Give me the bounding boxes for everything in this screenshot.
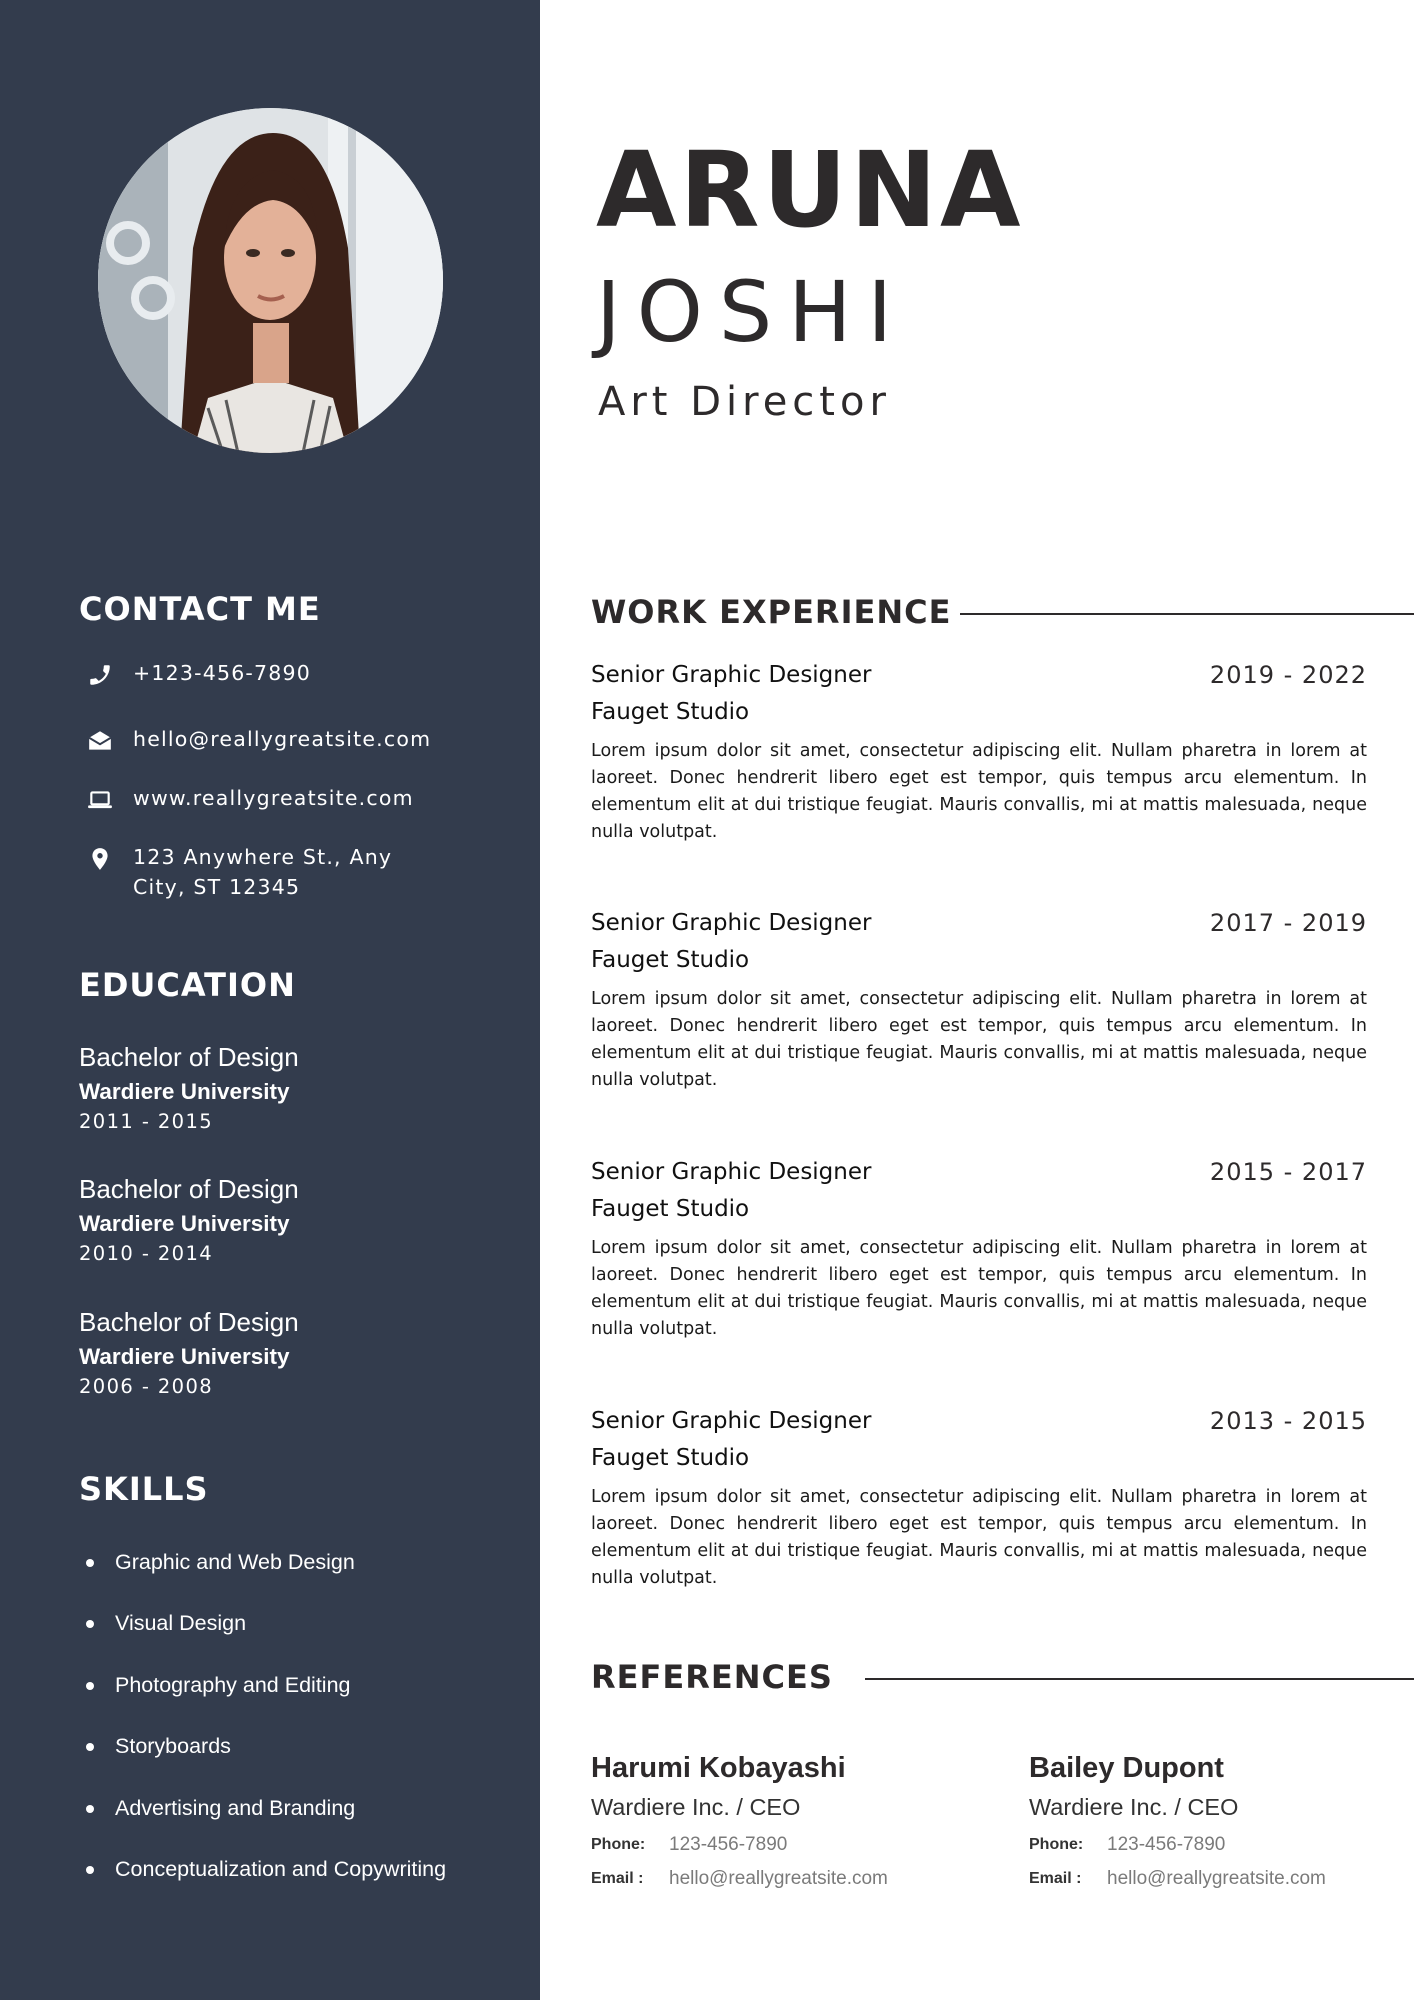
skill-text: Graphic and Web Design (115, 1550, 355, 1574)
work-years: 2013 - 2015 (1209, 1407, 1367, 1435)
skill-text: Conceptualization and Copywriting (115, 1857, 447, 1881)
education-years: 2010 - 2014 (79, 1242, 214, 1265)
education-degree: Bachelor of Design (79, 1307, 299, 1337)
profile-photo-illustration (98, 108, 443, 453)
skill-item: Visual Design (79, 1606, 519, 1640)
reference-email-label: Email : (1029, 1870, 1082, 1887)
heading-divider (865, 1678, 1414, 1680)
reference-email-value: hello@reallygreatsite.com (669, 1868, 888, 1889)
job-title: Art Director (598, 379, 891, 425)
skill-item: Conceptualization and Copywriting (79, 1852, 519, 1886)
last-name: JOSHI (596, 263, 909, 361)
work-years: 2017 - 2019 (1209, 909, 1367, 937)
work-description: Lorem ipsum dolor sit amet, consectetur … (591, 741, 1367, 842)
skill-item: Advertising and Branding (79, 1791, 519, 1825)
work-role: Senior Graphic Designer (591, 1408, 872, 1434)
work-company: Fauget Studio (591, 699, 750, 725)
first-name: ARUNA (596, 129, 1024, 251)
work-role: Senior Graphic Designer (591, 662, 872, 688)
reference-email-label: Email : (591, 1870, 644, 1887)
skill-item: Photography and Editing (79, 1668, 519, 1702)
bullet-icon (86, 1805, 94, 1813)
reference-email: Email : hello@reallygreatsite.com (1029, 1862, 1389, 1896)
education-item-1: Bachelor of Design Wardiere University 2… (79, 1040, 509, 1136)
education-years: 2011 - 2015 (79, 1110, 214, 1133)
education-degree: Bachelor of Design (79, 1174, 299, 1204)
bullet-icon (86, 1743, 94, 1751)
education-school: Wardiere University (79, 1211, 290, 1236)
education-item-2: Bachelor of Design Wardiere University 2… (79, 1172, 509, 1268)
bullet-icon (86, 1559, 94, 1567)
reference-phone-label: Phone: (591, 1836, 646, 1853)
work-description: Lorem ipsum dolor sit amet, consectetur … (591, 1238, 1367, 1339)
skill-text: Storyboards (115, 1734, 231, 1758)
skill-text: Advertising and Branding (115, 1796, 356, 1820)
work-company: Fauget Studio (591, 1445, 750, 1471)
contact-phone-text: +123-456-7890 (133, 661, 311, 685)
work-description: Lorem ipsum dolor sit amet, consectetur … (591, 1487, 1367, 1588)
contact-address-line2: City, ST 12345 (133, 875, 301, 899)
work-years: 2015 - 2017 (1209, 1158, 1367, 1186)
reference-phone: Phone: 123-456-7890 (1029, 1828, 1389, 1862)
skill-text: Photography and Editing (115, 1673, 351, 1697)
work-description: Lorem ipsum dolor sit amet, consectetur … (591, 989, 1367, 1090)
work-company: Fauget Studio (591, 1196, 750, 1222)
laptop-icon (87, 787, 113, 813)
bullet-icon (86, 1682, 94, 1690)
contact-website-text: www.reallygreatsite.com (133, 786, 414, 810)
phone-icon (87, 662, 113, 688)
education-school: Wardiere University (79, 1344, 290, 1369)
skill-item: Graphic and Web Design (79, 1545, 519, 1579)
skill-text: Visual Design (115, 1611, 247, 1635)
education-degree: Bachelor of Design (79, 1042, 299, 1072)
heading-divider (960, 613, 1414, 615)
contact-address-line1: 123 Anywhere St., Any (133, 845, 393, 869)
sidebar: CONTACT ME +123-456-7890 hello@reallygre… (0, 0, 540, 2000)
skill-item: Storyboards (79, 1729, 519, 1763)
reference-phone-value: 123-456-7890 (1107, 1834, 1226, 1855)
reference-name: Bailey Dupont (1029, 1752, 1224, 1784)
work-role: Senior Graphic Designer (591, 910, 872, 936)
education-school: Wardiere University (79, 1079, 290, 1104)
work-years: 2019 - 2022 (1209, 661, 1367, 689)
email-icon (87, 728, 113, 754)
work-experience-heading: WORK EXPERIENCE (591, 593, 952, 631)
education-years: 2006 - 2008 (79, 1375, 214, 1398)
reference-email: Email : hello@reallygreatsite.com (591, 1862, 951, 1896)
reference-email-value: hello@reallygreatsite.com (1107, 1868, 1326, 1889)
contact-email-text: hello@reallygreatsite.com (133, 727, 432, 751)
bullet-icon (86, 1866, 94, 1874)
contact-address: 123 Anywhere St., Any City, ST 12345 (79, 842, 509, 906)
work-role: Senior Graphic Designer (591, 1159, 872, 1185)
reference-name: Harumi Kobayashi (591, 1752, 846, 1784)
reference-card-2: Bailey Dupont Wardiere Inc. / CEO Phone:… (1029, 1748, 1389, 1896)
bullet-icon (86, 1620, 94, 1628)
reference-phone: Phone: 123-456-7890 (591, 1828, 951, 1862)
profile-photo (98, 108, 443, 453)
skills-heading: SKILLS (79, 1470, 209, 1508)
education-heading: EDUCATION (79, 966, 296, 1004)
reference-phone-label: Phone: (1029, 1836, 1084, 1853)
reference-phone-value: 123-456-7890 (669, 1834, 788, 1855)
reference-card-1: Harumi Kobayashi Wardiere Inc. / CEO Pho… (591, 1748, 951, 1896)
location-pin-icon (87, 846, 113, 872)
reference-org: Wardiere Inc. / CEO (591, 1794, 801, 1820)
references-heading: REFERENCES (591, 1658, 833, 1696)
work-company: Fauget Studio (591, 947, 750, 973)
education-item-3: Bachelor of Design Wardiere University 2… (79, 1305, 509, 1401)
contact-heading: CONTACT ME (79, 590, 321, 628)
reference-org: Wardiere Inc. / CEO (1029, 1794, 1239, 1820)
